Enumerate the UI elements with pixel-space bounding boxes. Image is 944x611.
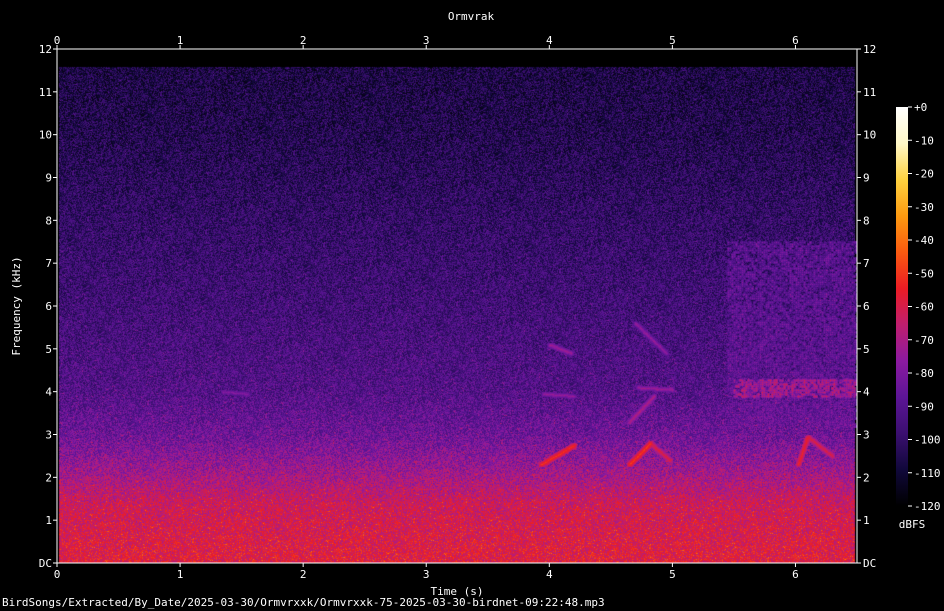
y-tick-label-left: 9 xyxy=(45,172,52,185)
colorbar xyxy=(896,107,908,506)
y-tick-label-right: 4 xyxy=(863,386,870,399)
spectrogram-image xyxy=(57,49,857,563)
y-tick-label-right: 3 xyxy=(863,429,870,442)
colorbar-tick-label: -10 xyxy=(914,134,934,147)
y-tick-label-right: 6 xyxy=(863,300,870,313)
colorbar-tick-label: -20 xyxy=(914,168,934,181)
x-tick-label-bottom: 0 xyxy=(54,568,61,581)
file-path-footer: BirdSongs/Extracted/By_Date/2025-03-30/O… xyxy=(2,596,605,609)
y-tick-label-left: 6 xyxy=(45,300,52,313)
x-tick-label-top: 2 xyxy=(300,34,307,47)
y-tick-label-right: 10 xyxy=(863,129,876,142)
y-tick-label-right: 9 xyxy=(863,172,870,185)
y-axis-left: DC123456789101112 xyxy=(39,43,57,570)
colorbar-tick-label: -90 xyxy=(914,400,934,413)
x-tick-label-top: 6 xyxy=(792,34,799,47)
chart-title: Ormvrak xyxy=(448,10,495,23)
x-tick-label-top: 3 xyxy=(423,34,430,47)
x-tick-label-top: 5 xyxy=(669,34,676,47)
y-tick-label-left: 2 xyxy=(45,471,52,484)
colorbar-tick-label: -50 xyxy=(914,267,934,280)
spectrogram-figure: Ormvrak 0123456 0123456 DC12345678910111… xyxy=(10,10,941,598)
y-tick-label-right: 5 xyxy=(863,343,870,356)
y-tick-label-left: 4 xyxy=(45,386,52,399)
x-tick-label-bottom: 6 xyxy=(792,568,799,581)
y-tick-label-left: 1 xyxy=(45,514,52,527)
y-tick-label-right: 7 xyxy=(863,257,870,270)
y-tick-label-right: 11 xyxy=(863,86,876,99)
y-tick-label-right: 8 xyxy=(863,214,870,227)
x-axis-bottom: 0 1 2 3 4 5 6 xyxy=(54,563,799,581)
colorbar-ticks: +0 -10 -20 -30 -40 -50 -60 -70 -80 -90 -100 -110 -12… xyxy=(908,101,941,513)
colorbar-label: dBFS xyxy=(899,518,926,531)
x-tick-label-bottom: 5 xyxy=(669,568,676,581)
x-tick-label-bottom: 3 xyxy=(423,568,430,581)
x-tick-label-top: 1 xyxy=(177,34,184,47)
colorbar-tick-label: -30 xyxy=(914,201,934,214)
x-tick-label-bottom: 2 xyxy=(300,568,307,581)
colorbar-tick-label: +0 xyxy=(914,101,927,114)
y-tick-label-left: 12 xyxy=(39,43,52,56)
y-tick-label-left: 7 xyxy=(45,257,52,270)
x-tick-label-bottom: 1 xyxy=(177,568,184,581)
y-tick-label-left: DC xyxy=(39,557,52,570)
x-tick-label-top: 4 xyxy=(546,34,553,47)
y-tick-label-right: DC xyxy=(863,557,876,570)
colorbar-tick-label: -120 xyxy=(914,500,941,513)
y-tick-label-right: 12 xyxy=(863,43,876,56)
colorbar-tick-label: -70 xyxy=(914,334,934,347)
y-tick-label-left: 3 xyxy=(45,429,52,442)
y-tick-label-right: 1 xyxy=(863,514,870,527)
y-axis-right: DC123456789101112 xyxy=(857,43,876,570)
y-tick-label-left: 11 xyxy=(39,86,52,99)
colorbar-tick-label: -110 xyxy=(914,467,941,480)
x-tick-label-bottom: 4 xyxy=(546,568,553,581)
colorbar-tick-label: -40 xyxy=(914,234,934,247)
y-axis-label: Frequency (kHz) xyxy=(10,256,23,355)
x-axis-top: 0 1 2 3 4 5 6 xyxy=(54,34,799,49)
y-tick-label-right: 2 xyxy=(863,471,870,484)
colorbar-tick-label: -60 xyxy=(914,301,934,314)
y-tick-label-left: 5 xyxy=(45,343,52,356)
colorbar-tick-label: -80 xyxy=(914,367,934,380)
y-tick-label-left: 8 xyxy=(45,214,52,227)
y-tick-label-left: 10 xyxy=(39,129,52,142)
x-tick-label-top: 0 xyxy=(54,34,61,47)
spectrogram-plot-area xyxy=(57,49,857,563)
colorbar-tick-label: -100 xyxy=(914,434,941,447)
